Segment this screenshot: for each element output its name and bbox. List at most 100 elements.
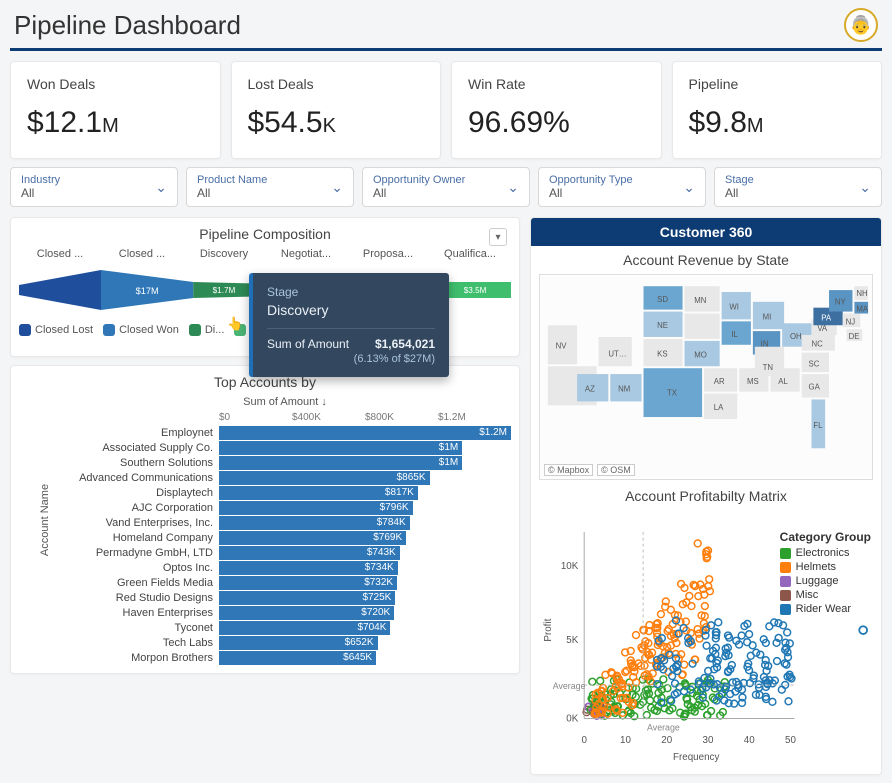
bar-value-label: $645K [343, 651, 372, 665]
bar-fill: $784K [219, 516, 410, 530]
legend-item[interactable]: Helmets [780, 561, 871, 573]
bar-name: Displaytech [59, 487, 219, 499]
chevron-down-icon: ⌄ [683, 179, 695, 196]
funnel-stage-labels: Closed ...Closed ...DiscoveryNegotiat...… [19, 248, 511, 260]
scatter-legend: Category Group ElectronicsHelmetsLuggage… [780, 530, 871, 617]
svg-text:$17M: $17M [136, 286, 159, 296]
bar-value-label: $732K [364, 576, 393, 590]
bar-track: $720K [219, 606, 511, 620]
bar-row[interactable]: Vand Enterprises, Inc. $784K [59, 515, 511, 530]
bar-row[interactable]: Optos Inc. $734K [59, 560, 511, 575]
panel-menu-button[interactable]: ▾ [489, 228, 507, 246]
funnel-stage-label: Proposa... [347, 248, 429, 260]
bar-fill: $732K [219, 576, 397, 590]
us-map[interactable]: NV AZ NM UT… TX KS NE SD MN MO [539, 274, 873, 480]
avatar[interactable]: 👵 [844, 8, 878, 42]
svg-text:MA: MA [856, 305, 868, 314]
bar-row[interactable]: Displaytech $817K [59, 485, 511, 500]
legend-swatch [780, 548, 791, 559]
bar-row[interactable]: Tyconet $704K [59, 620, 511, 635]
tick-label: $1.2M [438, 412, 511, 423]
bar-row[interactable]: Advanced Communications $865K [59, 470, 511, 485]
filter-dropdown[interactable]: Opportunity TypeAll⌄ [538, 167, 706, 207]
legend-item[interactable]: Closed Won [103, 324, 179, 336]
bar-value-label: $865K [397, 471, 426, 485]
filter-value: All [725, 186, 754, 200]
scatter-title: Account Profitabilty Matrix [539, 488, 873, 504]
bar-fill: $652K [219, 636, 378, 650]
filter-value: All [21, 186, 60, 200]
svg-text:NY: NY [835, 298, 847, 307]
svg-text:UT…: UT… [608, 349, 626, 358]
bar-row[interactable]: Permadyne GmbH, LTD $743K [59, 545, 511, 560]
bar-row[interactable]: Associated Supply Co. $1M [59, 440, 511, 455]
svg-text:20: 20 [661, 735, 672, 746]
bar-value-label: $725K [362, 591, 391, 605]
svg-text:VA: VA [817, 324, 828, 333]
dashboard-header: Pipeline Dashboard 👵 [10, 8, 882, 51]
legend-swatch [189, 324, 201, 336]
bar-track: $769K [219, 531, 511, 545]
legend-item[interactable]: Luggage [780, 575, 871, 587]
bar-name: Vand Enterprises, Inc. [59, 517, 219, 529]
filter-label: Opportunity Owner [373, 174, 465, 186]
funnel-stage-label: Negotiat... [265, 248, 347, 260]
legend-item[interactable]: Closed Lost [19, 324, 93, 336]
filter-label: Industry [21, 174, 60, 186]
bar-row[interactable]: Haven Enterprises $720K [59, 605, 511, 620]
bar-track: $1M [219, 441, 511, 455]
metric-card[interactable]: Lost Deals $54.5K [231, 61, 442, 159]
metric-card[interactable]: Won Deals $12.1M [10, 61, 221, 159]
bar-row[interactable]: Employnet $1.2M [59, 425, 511, 440]
bar-row[interactable]: Red Studio Designs $725K [59, 590, 511, 605]
legend-item[interactable]: Misc [780, 589, 871, 601]
filter-dropdown[interactable]: IndustryAll⌄ [10, 167, 178, 207]
legend-label: Helmets [796, 561, 836, 573]
bar-fill: $743K [219, 546, 400, 560]
bar-track: $865K [219, 471, 511, 485]
svg-text:Average: Average [553, 681, 586, 691]
bar-row[interactable]: Green Fields Media $732K [59, 575, 511, 590]
bar-track: $732K [219, 576, 511, 590]
chevron-down-icon: ⌄ [507, 179, 519, 196]
metric-label: Win Rate [468, 76, 645, 92]
funnel-stage-label: Closed ... [101, 248, 183, 260]
bar-track: $704K [219, 621, 511, 635]
bar-track: $734K [219, 561, 511, 575]
bar-row[interactable]: Morpon Brothers $645K [59, 650, 511, 665]
legend-swatch [780, 576, 791, 587]
scatter-chart[interactable]: Average Average 0K 5K 10K 0 10 20 30 40 … [539, 510, 873, 766]
svg-text:5K: 5K [566, 635, 578, 646]
bar-fill: $796K [219, 501, 413, 515]
filters-row: IndustryAll⌄Product NameAll⌄Opportunity … [10, 167, 882, 207]
metric-card[interactable]: Pipeline $9.8M [672, 61, 883, 159]
legend-item[interactable]: Rider Wear [780, 603, 871, 615]
funnel-stage-label: Discovery [183, 248, 265, 260]
svg-text:NC: NC [811, 340, 823, 349]
legend-item[interactable]: Electronics [780, 547, 871, 559]
bar-row[interactable]: Homeland Company $769K [59, 530, 511, 545]
metric-card[interactable]: Win Rate 96.69% [451, 61, 662, 159]
svg-text:WI: WI [729, 303, 739, 312]
bar-track: $796K [219, 501, 511, 515]
legend-swatch [19, 324, 31, 336]
svg-text:PA: PA [821, 313, 832, 322]
filter-dropdown[interactable]: StageAll⌄ [714, 167, 882, 207]
bar-fill: $865K [219, 471, 430, 485]
filter-dropdown[interactable]: Opportunity OwnerAll⌄ [362, 167, 530, 207]
bar-row[interactable]: Southern Solutions $1M [59, 455, 511, 470]
bar-fill: $1M [219, 456, 462, 470]
y-axis-label: Account Name [39, 483, 51, 555]
bar-name: Optos Inc. [59, 562, 219, 574]
legend-item[interactable]: Di... [189, 324, 225, 336]
metric-value: 96.69% [468, 106, 645, 140]
bar-track: $645K [219, 651, 511, 665]
metric-label: Won Deals [27, 76, 204, 92]
bar-row[interactable]: Tech Labs $652K [59, 635, 511, 650]
filter-dropdown[interactable]: Product NameAll⌄ [186, 167, 354, 207]
page-title: Pipeline Dashboard [14, 10, 241, 41]
bar-row[interactable]: AJC Corporation $796K [59, 500, 511, 515]
x-axis-title: Sum of Amount ↓ [59, 396, 511, 408]
legend-label: Rider Wear [796, 603, 851, 615]
bar-name: Permadyne GmbH, LTD [59, 547, 219, 559]
